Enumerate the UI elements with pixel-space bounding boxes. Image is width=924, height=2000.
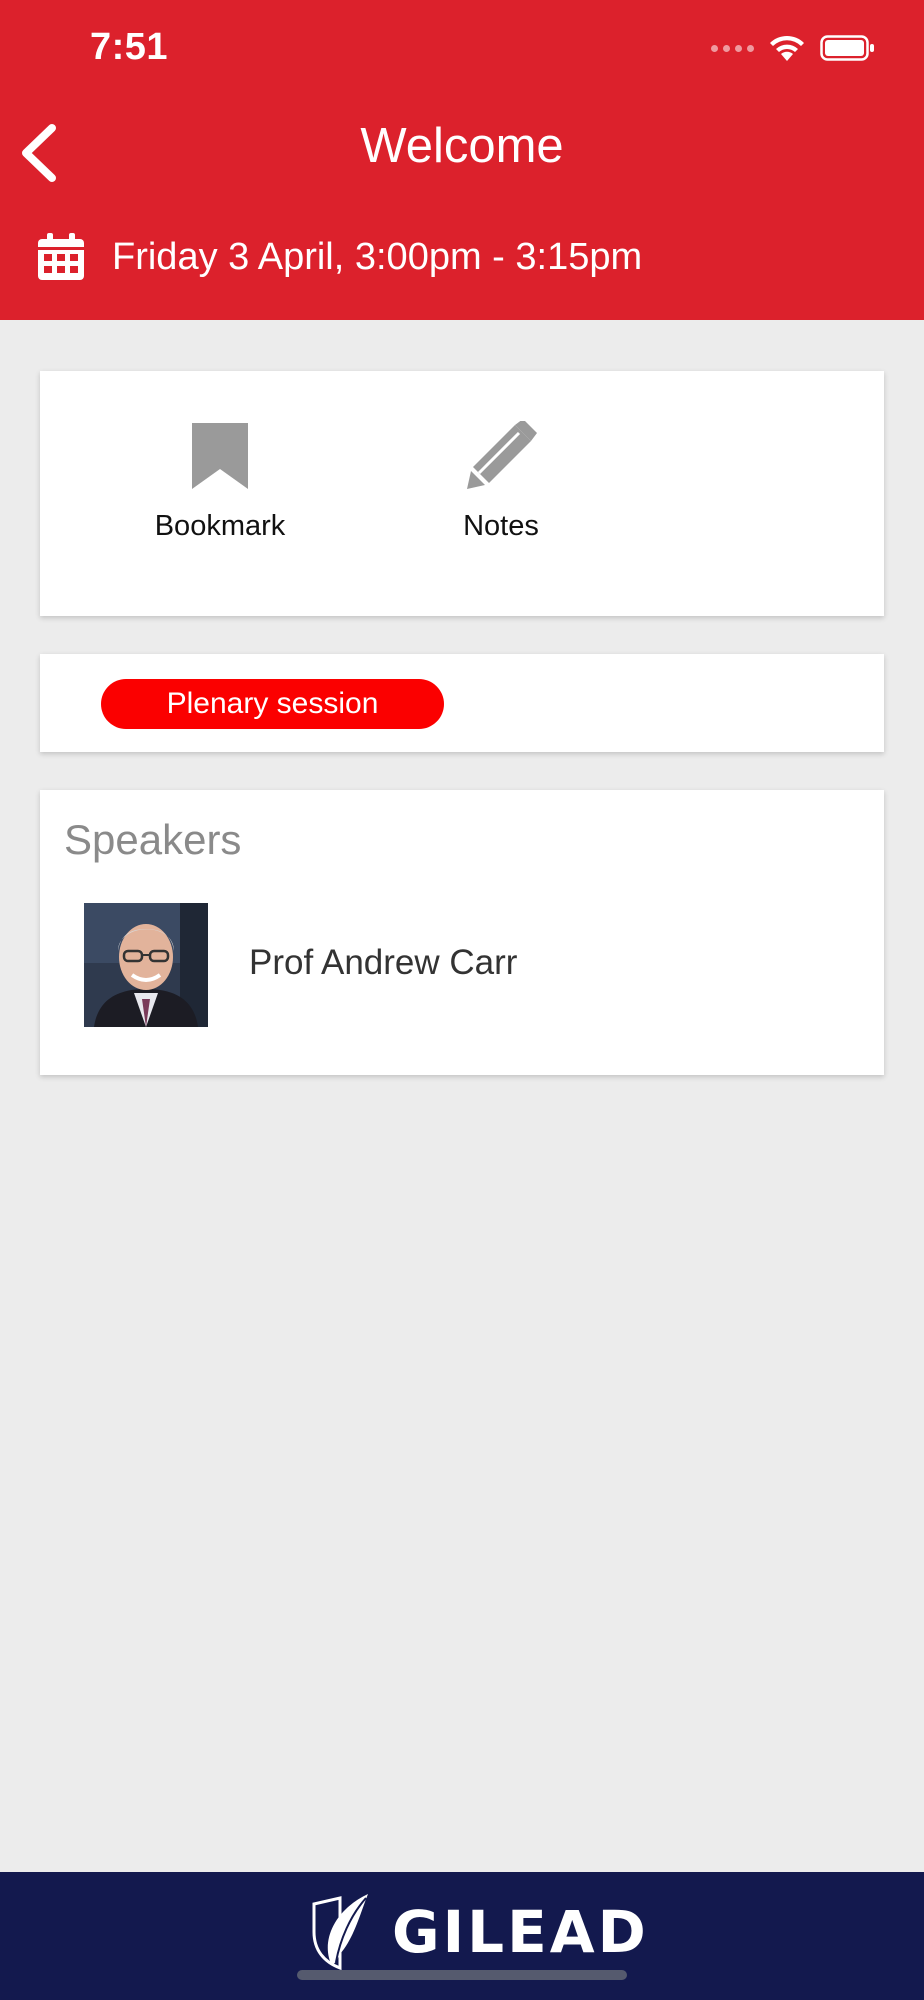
notes-button[interactable]: Notes — [411, 419, 591, 543]
bookmark-icon — [192, 423, 248, 489]
notes-label: Notes — [463, 510, 539, 542]
speaker-avatar — [84, 903, 208, 1027]
speaker-item[interactable]: Prof Andrew Carr — [84, 903, 864, 1027]
session-type-badge: Plenary session — [101, 679, 444, 729]
calendar-icon — [38, 233, 84, 280]
session-type-card: Plenary session — [40, 654, 884, 752]
status-time: 7:51 — [90, 26, 169, 68]
header-bar: 7:51 Welcome Friday 3 April, 3:00pm - 3:… — [0, 0, 924, 320]
speaker-name: Prof Andrew Carr — [249, 943, 518, 982]
home-indicator[interactable] — [297, 1970, 627, 1980]
pencil-icon — [467, 419, 537, 489]
gilead-leaf-icon — [312, 1894, 368, 1971]
battery-icon — [820, 35, 874, 61]
actions-card: Bookmark Notes — [40, 371, 884, 616]
footer-bar: GILEAD — [0, 1872, 924, 2000]
speakers-card: Speakers Prof Andrew Carr — [40, 790, 884, 1075]
signal-icon — [711, 44, 754, 52]
status-icons — [711, 34, 876, 62]
session-datetime-row: Friday 3 April, 3:00pm - 3:15pm — [36, 232, 642, 282]
page-title: Welcome — [360, 119, 564, 173]
bookmark-label: Bookmark — [154, 510, 286, 542]
brand-name: GILEAD — [392, 1898, 649, 1966]
brand-logo: GILEAD — [310, 1892, 649, 1972]
wifi-icon — [770, 35, 804, 61]
speakers-heading: Speakers — [64, 816, 242, 863]
bookmark-button[interactable]: Bookmark — [130, 421, 310, 543]
session-datetime: Friday 3 April, 3:00pm - 3:15pm — [112, 235, 643, 278]
